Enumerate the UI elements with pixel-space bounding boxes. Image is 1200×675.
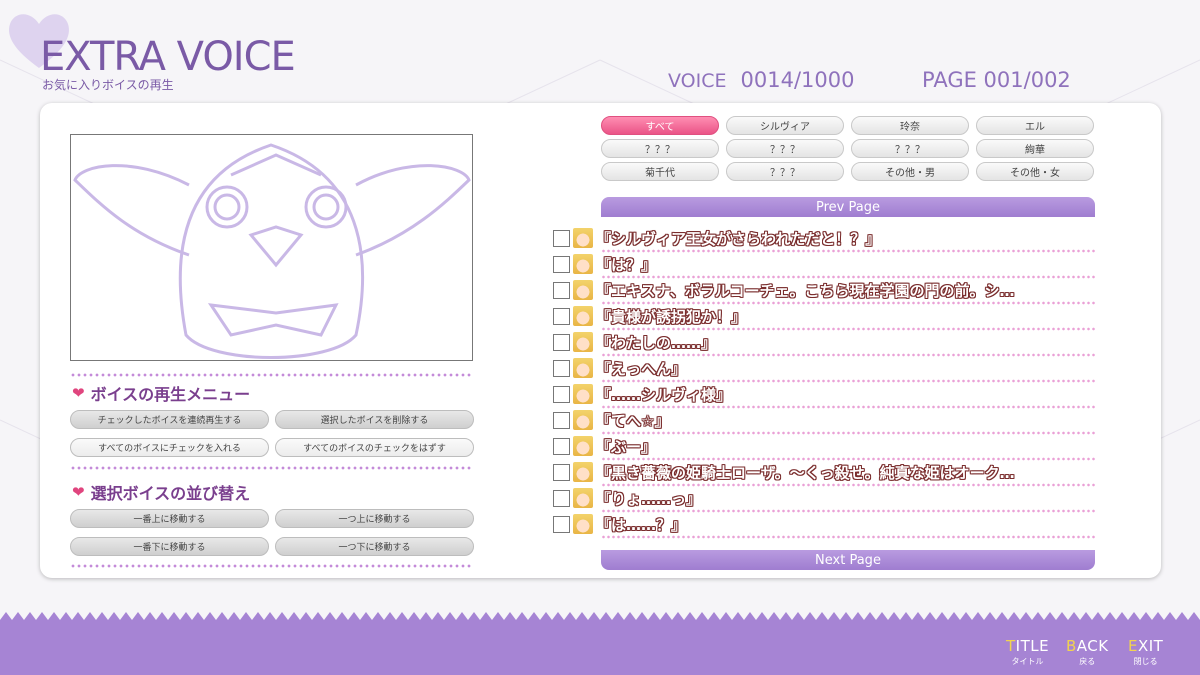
tag-unknown-1[interactable]: ？？？: [601, 139, 719, 158]
page-subtitle: お気に入りボイスの再生: [42, 78, 174, 92]
voice-line-text: 『りょ……っ』: [596, 489, 702, 508]
divider: [70, 563, 473, 569]
character-preview: [70, 134, 473, 361]
voice-line-text: 『ぶー』: [596, 437, 657, 456]
character-face-icon: [573, 254, 593, 274]
sort-menu-heading: ❤ 選択ボイスの並び替え: [72, 480, 250, 504]
voice-checkbox[interactable]: [553, 515, 570, 533]
voice-line-text: 『貴様が誘拐犯か！』: [596, 307, 747, 326]
move-bottom-button[interactable]: 一番下に移動する: [70, 537, 269, 556]
voice-line-text: 『は……？』: [596, 515, 687, 534]
voice-row[interactable]: 『シルヴィア王女がさらわれただと！？』: [553, 226, 1095, 250]
hearts-icon: ❤: [72, 483, 85, 501]
play-checked-button[interactable]: チェックしたボイスを連続再生する: [70, 410, 269, 429]
voice-counter: VOICE 0014/1000: [668, 68, 854, 92]
tag-other-male[interactable]: その他・男: [851, 162, 969, 181]
character-face-icon: [573, 358, 593, 378]
back-button-sub: 戻る: [1079, 657, 1096, 666]
tag-ayaka[interactable]: 絢華: [976, 139, 1094, 158]
uncheck-all-button[interactable]: すべてのボイスのチェックをはずす: [275, 438, 474, 457]
voice-row[interactable]: 『は……？』: [553, 512, 1095, 536]
exit-button-label: EXIT: [1128, 637, 1164, 655]
tag-all[interactable]: すべて: [601, 116, 719, 135]
voice-row[interactable]: 『黒き薔薇の姫騎士ローザ。～くっ殺せ。純真な姫はオーク…: [553, 460, 1095, 484]
next-page-button[interactable]: Next Page: [601, 550, 1095, 570]
voice-line-text: 『わたしの……』: [596, 333, 717, 352]
move-top-button[interactable]: 一番上に移動する: [70, 509, 269, 528]
voice-checkbox[interactable]: [553, 359, 570, 377]
tag-sylvia[interactable]: シルヴィア: [726, 116, 844, 135]
voice-row[interactable]: 『エキスナ、ボラルコーチェ。こちら現在学園の門の前。シ…: [553, 278, 1095, 302]
voice-counter-label: VOICE: [668, 70, 727, 92]
voice-checkbox[interactable]: [553, 281, 570, 299]
play-menu-title: ボイスの再生メニュー: [90, 385, 251, 404]
page-counter-value: 001/002: [983, 68, 1071, 92]
divider: [70, 372, 473, 378]
character-face-icon: [573, 228, 593, 248]
check-all-button[interactable]: すべてのボイスにチェックを入れる: [70, 438, 269, 457]
character-face-icon: [573, 280, 593, 300]
title-button-sub: タイトル: [1011, 657, 1044, 666]
voice-checkbox[interactable]: [553, 437, 570, 455]
character-face-icon: [573, 436, 593, 456]
character-face-icon: [573, 488, 593, 508]
voice-row[interactable]: 『りょ……っ』: [553, 486, 1095, 510]
voice-line-text: 『えっへん』: [596, 359, 687, 378]
move-up-button[interactable]: 一つ上に移動する: [275, 509, 474, 528]
tag-unknown-4[interactable]: ？？？: [726, 162, 844, 181]
page-counter-label: PAGE: [922, 68, 977, 92]
voice-checkbox[interactable]: [553, 307, 570, 325]
voice-checkbox[interactable]: [553, 229, 570, 247]
voice-row[interactable]: 『ぶー』: [553, 434, 1095, 458]
page-title: EXTRA VOICE: [40, 34, 296, 80]
voice-checkbox[interactable]: [553, 385, 570, 403]
back-button-label: BACK: [1066, 637, 1109, 655]
voice-row[interactable]: 『は？』: [553, 252, 1095, 276]
title-button-label: TITLE: [1006, 637, 1050, 655]
prev-page-button[interactable]: Prev Page: [601, 197, 1095, 217]
voice-row[interactable]: 『……シルヴィ様』: [553, 382, 1095, 406]
exit-button[interactable]: EXIT 閉じる: [1128, 637, 1163, 667]
placeholder-bird-icon: [73, 143, 471, 359]
voice-row[interactable]: 『てへ☆』: [553, 408, 1095, 432]
character-face-icon: [573, 306, 593, 326]
voice-checkbox[interactable]: [553, 411, 570, 429]
tag-unknown-3[interactable]: ？？？: [851, 139, 969, 158]
divider: [70, 465, 473, 471]
voice-row[interactable]: 『貴様が誘拐犯か！』: [553, 304, 1095, 328]
play-menu-heading: ❤ ボイスの再生メニュー: [72, 381, 250, 405]
move-down-button[interactable]: 一つ下に移動する: [275, 537, 474, 556]
delete-selected-button[interactable]: 選択したボイスを削除する: [275, 410, 474, 429]
voice-line-text: 『エキスナ、ボラルコーチェ。こちら現在学園の門の前。シ…: [596, 281, 1015, 300]
exit-button-sub: 閉じる: [1133, 657, 1158, 666]
voice-line-text: 『黒き薔薇の姫騎士ローザ。～くっ殺せ。純真な姫はオーク…: [596, 463, 1015, 482]
character-face-icon: [573, 462, 593, 482]
character-face-icon: [573, 384, 593, 404]
voice-checkbox[interactable]: [553, 489, 570, 507]
voice-row[interactable]: 『わたしの……』: [553, 330, 1095, 354]
voice-counter-value: 0014/1000: [740, 68, 855, 92]
tag-el[interactable]: エル: [976, 116, 1094, 135]
sort-menu-title: 選択ボイスの並び替え: [90, 484, 251, 503]
voice-line-text: 『シルヴィア王女がさらわれただと！？』: [596, 229, 881, 248]
voice-row[interactable]: 『えっへん』: [553, 356, 1095, 380]
title-button[interactable]: TITLE タイトル: [1006, 637, 1049, 667]
voice-line-text: 『……シルヴィ様』: [596, 385, 732, 404]
voice-checkbox[interactable]: [553, 333, 570, 351]
character-face-icon: [573, 332, 593, 352]
page-counter: PAGE 001/002: [922, 68, 1071, 92]
voice-checkbox[interactable]: [553, 255, 570, 273]
row-separator: [601, 535, 1095, 539]
character-face-icon: [573, 410, 593, 430]
hearts-icon: ❤: [72, 384, 85, 402]
tag-reina[interactable]: 玲奈: [851, 116, 969, 135]
back-button[interactable]: BACK 戻る: [1066, 637, 1109, 667]
voice-line-text: 『は？』: [596, 255, 657, 274]
voice-line-text: 『てへ☆』: [596, 411, 670, 430]
tag-other-female[interactable]: その他・女: [976, 162, 1094, 181]
tag-kikuchiyo[interactable]: 菊千代: [601, 162, 719, 181]
voice-checkbox[interactable]: [553, 463, 570, 481]
character-face-icon: [573, 514, 593, 534]
tag-unknown-2[interactable]: ？？？: [726, 139, 844, 158]
